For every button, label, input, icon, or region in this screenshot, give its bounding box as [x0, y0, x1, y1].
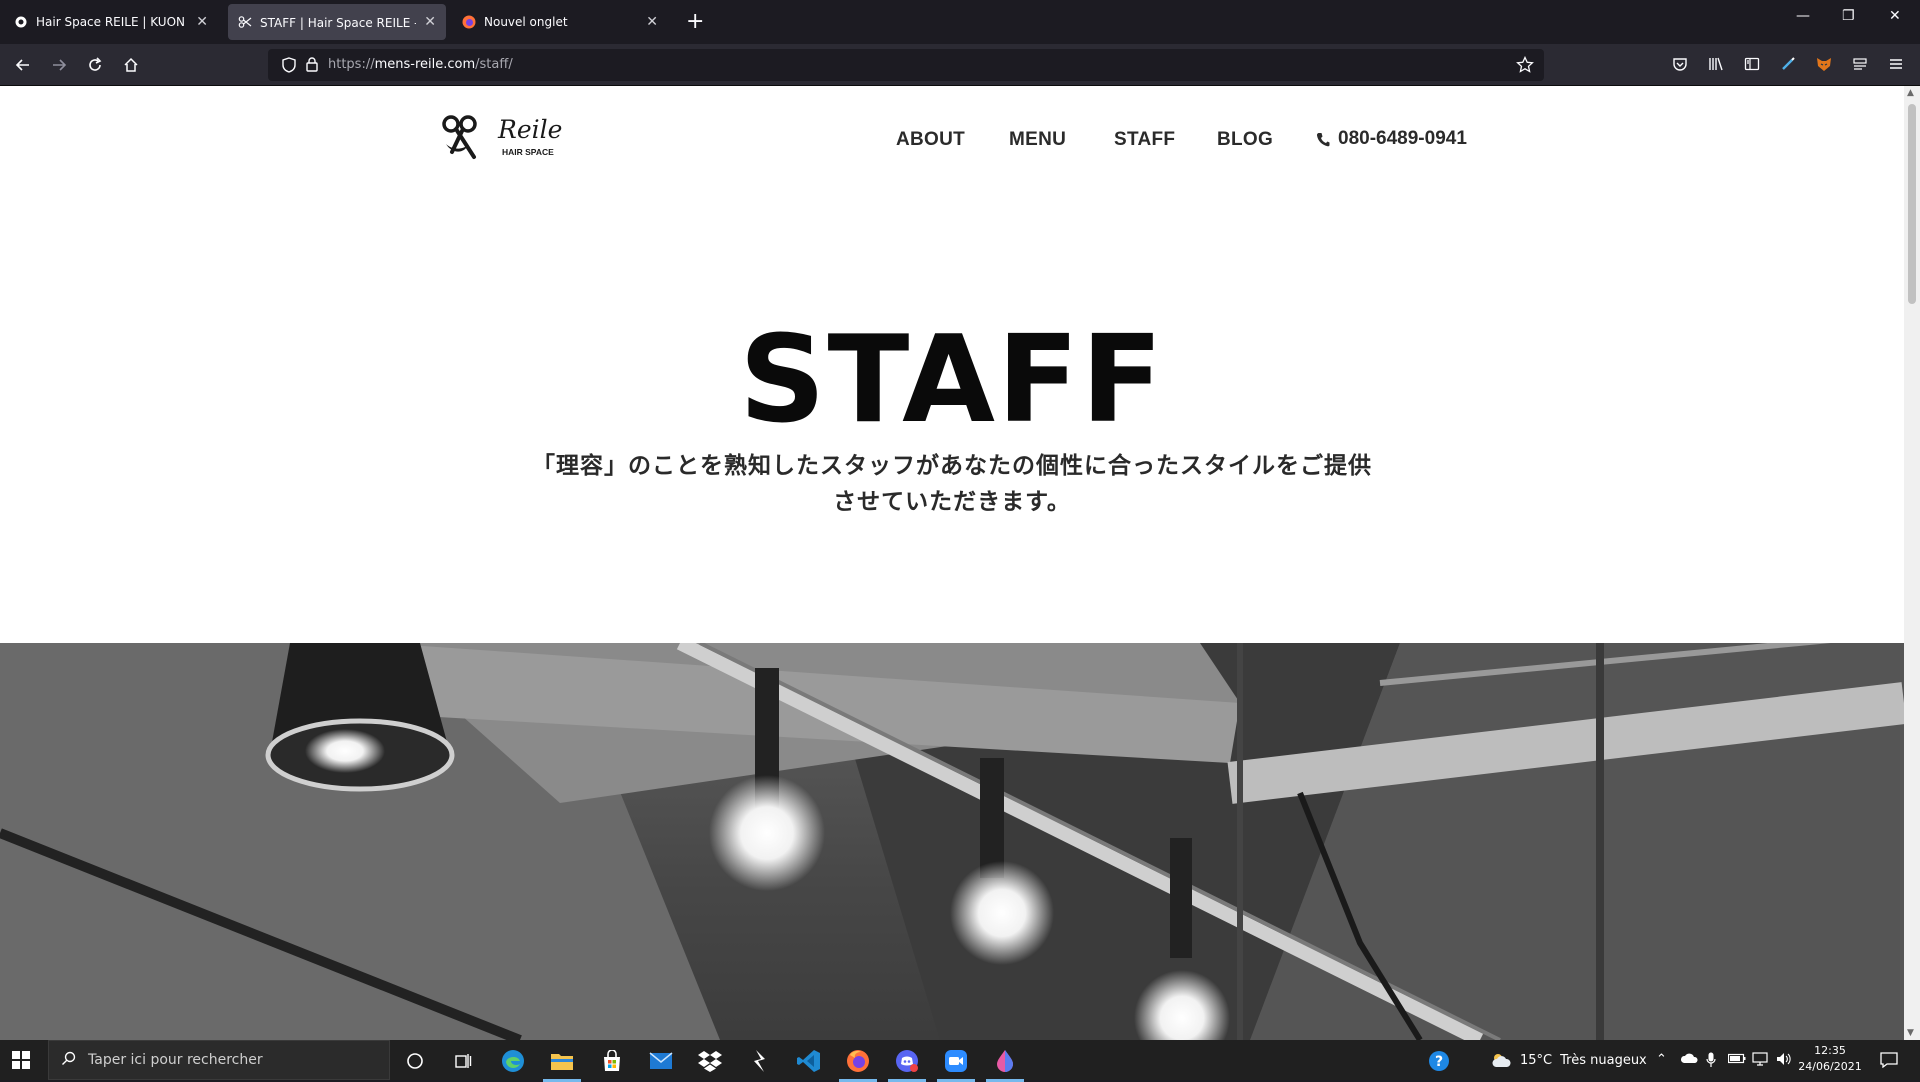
tab-new-tab[interactable]: Nouvel onglet ✕: [452, 4, 668, 40]
minimize-button[interactable]: —: [1796, 8, 1810, 24]
nav-about[interactable]: ABOUT: [896, 129, 965, 151]
logo-subtext: HAIR SPACE: [502, 147, 554, 157]
pocket-icon[interactable]: [1670, 54, 1690, 74]
close-tab-icon[interactable]: ✕: [424, 14, 436, 30]
tab-label: Nouvel onglet: [484, 15, 568, 29]
weather-temp: 15°C: [1520, 1052, 1553, 1068]
site-favicon-icon: [14, 15, 28, 29]
dropbox-icon[interactable]: [697, 1048, 723, 1074]
fox-extension-icon[interactable]: [1814, 54, 1834, 74]
firefox-icon[interactable]: [839, 1048, 877, 1082]
cortana-icon[interactable]: [402, 1048, 428, 1074]
taskbar-search-input[interactable]: Taper ici pour rechercher: [48, 1040, 390, 1080]
close-tab-icon[interactable]: ✕: [646, 14, 658, 30]
address-bar[interactable]: https://mens-reile.com/staff/: [268, 49, 1544, 81]
site-logo[interactable]: Reile HAIR SPACE: [440, 114, 562, 166]
shield-icon[interactable]: [282, 57, 296, 77]
reload-icon[interactable]: [83, 53, 107, 77]
scissors-favicon-icon: [238, 15, 252, 29]
taskbar-clock[interactable]: 12:35 24/06/2021: [1798, 1043, 1862, 1075]
discord-icon[interactable]: [888, 1048, 926, 1082]
scroll-up-arrow-icon[interactable]: ▲: [1907, 88, 1914, 98]
overflow-extensions-icon[interactable]: [1850, 54, 1870, 74]
clock-date: 24/06/2021: [1798, 1060, 1862, 1073]
tray-expand-chevron-icon[interactable]: ⌃: [1656, 1052, 1667, 1067]
bookmark-star-icon[interactable]: [1516, 55, 1534, 78]
cloud-sun-icon: [1492, 1054, 1511, 1067]
mail-icon[interactable]: [648, 1048, 674, 1074]
scroll-down-arrow-icon[interactable]: ▼: [1907, 1028, 1914, 1038]
subtitle-line-2: させていただきます。: [833, 489, 1071, 515]
nav-blog[interactable]: BLOG: [1217, 129, 1273, 151]
microphone-icon[interactable]: [1706, 1052, 1716, 1072]
restore-button[interactable]: ❐: [1842, 8, 1855, 24]
search-placeholder: Taper ici pour rechercher: [88, 1052, 263, 1068]
nav-staff[interactable]: STAFF: [1114, 129, 1175, 151]
scissors-logo-icon: Reile HAIR SPACE: [442, 115, 562, 159]
forward-arrow-icon[interactable]: [47, 53, 71, 77]
help-icon[interactable]: ?: [1426, 1048, 1452, 1074]
new-tab-button[interactable]: +: [686, 8, 704, 36]
url-path: /staff/: [475, 57, 513, 72]
home-icon[interactable]: [119, 53, 143, 77]
pen-extension-icon[interactable]: [1778, 54, 1798, 74]
tab-hair-space-kuon[interactable]: Hair Space REILE | KUON YAGI P ✕: [4, 4, 218, 40]
search-icon: [61, 1051, 76, 1070]
url-host: mens-reile.com: [374, 57, 476, 72]
phone-link[interactable]: 080-6489-0941: [1316, 128, 1467, 150]
site-header: Reile HAIR SPACE ABOUT MENU STAFF BLOG 0…: [0, 86, 1904, 196]
close-tab-icon[interactable]: ✕: [196, 14, 208, 30]
url-prefix: https://: [328, 57, 375, 72]
library-icon[interactable]: [1706, 54, 1726, 74]
paint-drop-app-icon[interactable]: [986, 1048, 1024, 1082]
page-subtitle: 「理容」のことを熟知したスタッフがあなたの個性に合ったスタイルをご提供 させてい…: [510, 448, 1394, 520]
clock-time: 12:35: [1814, 1044, 1846, 1057]
page-title: STAFF: [739, 311, 1165, 450]
tab-staff[interactable]: STAFF | Hair Space REILE - ヘア ✕: [228, 4, 446, 40]
zoom-icon[interactable]: [937, 1048, 975, 1082]
microsoft-store-icon[interactable]: [599, 1048, 625, 1074]
weather-desc: Très nuageux: [1560, 1052, 1647, 1068]
firefox-favicon-icon: [462, 15, 476, 29]
windows-taskbar: Taper ici pour rechercher ? 15°C Très nu…: [0, 1040, 1920, 1082]
back-arrow-icon[interactable]: [11, 53, 35, 77]
phone-icon: [1316, 132, 1330, 146]
nav-menu[interactable]: MENU: [1009, 129, 1066, 151]
tab-label: Hair Space REILE | KUON YAGI P: [36, 15, 188, 29]
hamburger-menu-icon[interactable]: [1886, 54, 1906, 74]
task-view-icon[interactable]: [450, 1048, 476, 1074]
tab-bar: Hair Space REILE | KUON YAGI P ✕ STAFF |…: [0, 0, 1920, 44]
vscode-icon[interactable]: [796, 1048, 822, 1074]
windows-start-icon[interactable]: [12, 1051, 30, 1073]
lightning-app-icon[interactable]: [747, 1048, 773, 1074]
phone-number: 080-6489-0941: [1338, 128, 1467, 149]
weather-widget[interactable]: 15°C Très nuageux: [1490, 1052, 1647, 1068]
edge-icon[interactable]: [500, 1048, 526, 1074]
svg-text:?: ?: [1435, 1054, 1443, 1070]
hero-photo-lightbulbs: [0, 643, 1904, 1040]
subtitle-line-1: 「理容」のことを熟知したスタッフがあなたの個性に合ったスタイルをご提供: [532, 453, 1372, 479]
tab-label: STAFF | Hair Space REILE - ヘア: [260, 15, 416, 30]
volume-icon[interactable]: [1776, 1052, 1792, 1070]
network-icon[interactable]: [1752, 1052, 1768, 1070]
logo-wordmark: Reile: [497, 115, 562, 144]
sidebar-icon[interactable]: [1742, 54, 1762, 74]
url-text[interactable]: https://mens-reile.com/staff/: [328, 57, 513, 72]
scrollbar-thumb[interactable]: [1908, 104, 1916, 304]
onedrive-cloud-icon[interactable]: [1680, 1052, 1698, 1068]
close-window-button[interactable]: ✕: [1889, 8, 1901, 24]
notification-center-icon[interactable]: [1880, 1052, 1898, 1072]
page-scrollbar[interactable]: ▲ ▼: [1904, 86, 1920, 1040]
battery-icon[interactable]: [1727, 1052, 1746, 1068]
page-viewport: Reile HAIR SPACE ABOUT MENU STAFF BLOG 0…: [0, 86, 1904, 1040]
navigation-toolbar: https://mens-reile.com/staff/: [0, 44, 1920, 86]
lock-icon[interactable]: [306, 57, 318, 76]
file-explorer-icon[interactable]: [543, 1048, 581, 1082]
